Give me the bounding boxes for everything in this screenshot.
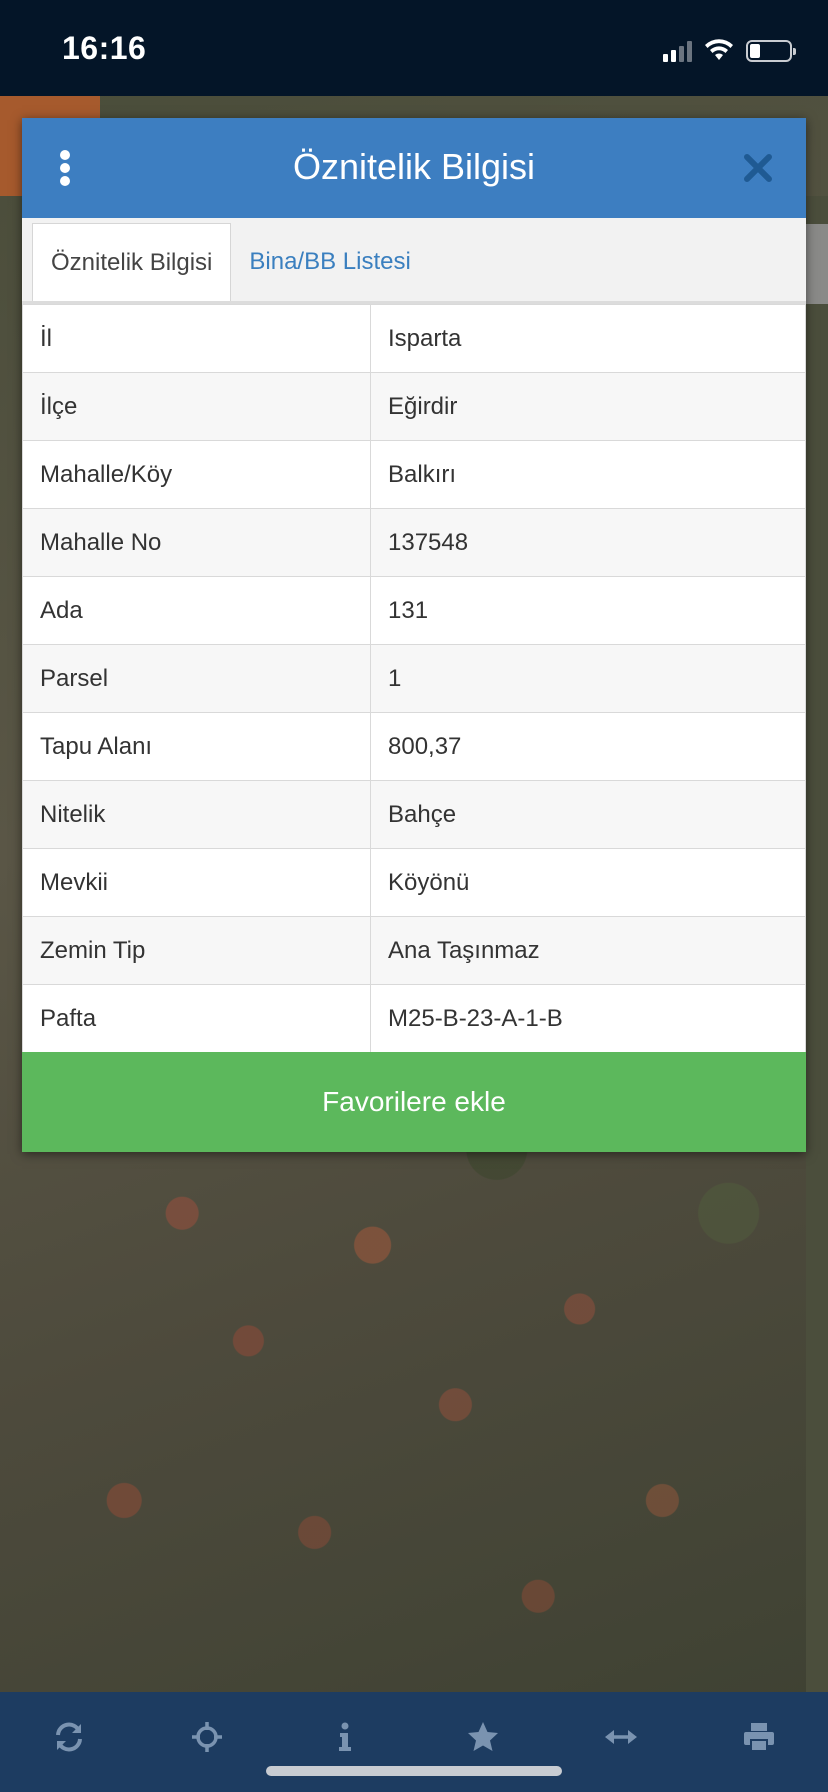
row-value: Eğirdir <box>370 372 806 441</box>
row-key: Parsel <box>22 644 371 713</box>
measure-icon <box>605 1730 637 1744</box>
status-icons <box>663 36 796 62</box>
row-value: Isparta <box>370 304 806 373</box>
row-key: İlçe <box>22 372 371 441</box>
map-side-handle[interactable] <box>806 224 828 304</box>
table-row: Mahalle No 137548 <box>22 508 806 577</box>
row-value: M25-B-23-A-1-B <box>370 984 806 1053</box>
wifi-icon <box>705 39 733 60</box>
locate-button[interactable] <box>184 1714 230 1760</box>
table-row: Mevkii Köyönü <box>22 848 806 917</box>
row-key: İl <box>22 304 371 373</box>
table-row: Tapu Alanı 800,37 <box>22 712 806 781</box>
add-to-favorites-button[interactable]: Favorilere ekle <box>22 1052 806 1152</box>
tab-bar: Öznitelik Bilgisi Bina/BB Listesi <box>22 218 806 304</box>
modal-header: Öznitelik Bilgisi <box>22 118 806 218</box>
row-key: Mevkii <box>22 848 371 917</box>
info-icon <box>339 1722 351 1751</box>
table-row: Parsel 1 <box>22 644 806 713</box>
row-value: 1 <box>370 644 806 713</box>
home-indicator[interactable] <box>266 1766 562 1776</box>
status-time: 16:16 <box>62 30 147 66</box>
table-row: İlçe Eğirdir <box>22 372 806 441</box>
battery-icon <box>746 40 796 62</box>
row-value: 137548 <box>370 508 806 577</box>
info-button[interactable] <box>322 1714 368 1760</box>
row-key: Mahalle/Köy <box>22 440 371 509</box>
attribute-table: İl Isparta İlçe Eğirdir Mahalle/Köy Balkırı… <box>22 304 806 1053</box>
refresh-icon <box>56 1722 82 1752</box>
row-key: Nitelik <box>22 780 371 849</box>
table-row: İl Isparta <box>22 304 806 373</box>
map-side-panel <box>806 196 828 1692</box>
row-value: 800,37 <box>370 712 806 781</box>
row-value: 131 <box>370 576 806 645</box>
print-icon <box>744 1723 774 1752</box>
modal-title: Öznitelik Bilgisi <box>292 146 536 187</box>
row-key: Pafta <box>22 984 371 1053</box>
bottom-toolbar <box>0 1692 828 1792</box>
tab-building-list[interactable]: Bina/BB Listesi <box>231 223 428 301</box>
row-key: Ada <box>22 576 371 645</box>
row-value: Köyönü <box>370 848 806 917</box>
row-key: Tapu Alanı <box>22 712 371 781</box>
refresh-button[interactable] <box>46 1714 92 1760</box>
row-key: Mahalle No <box>22 508 371 577</box>
cellular-signal-icon <box>663 40 692 62</box>
row-value: Bahçe <box>370 780 806 849</box>
table-row: Ada 131 <box>22 576 806 645</box>
table-row: Nitelik Bahçe <box>22 780 806 849</box>
row-value: Balkırı <box>370 440 806 509</box>
close-icon[interactable] <box>740 150 776 186</box>
table-row: Pafta M25-B-23-A-1-B <box>22 984 806 1053</box>
print-button[interactable] <box>736 1714 782 1760</box>
row-key: Zemin Tip <box>22 916 371 985</box>
status-bar: 16:16 <box>0 0 828 96</box>
locate-icon <box>192 1722 222 1752</box>
table-row: Mahalle/Köy Balkırı <box>22 440 806 509</box>
attribute-info-modal: Öznitelik Bilgisi Öznitelik Bilgisi Bina… <box>22 118 806 1152</box>
measure-button[interactable] <box>598 1714 644 1760</box>
row-value: Ana Taşınmaz <box>370 916 806 985</box>
star-icon <box>468 1722 498 1751</box>
tab-attribute-info[interactable]: Öznitelik Bilgisi <box>32 223 232 301</box>
table-row: Zemin Tip Ana Taşınmaz <box>22 916 806 985</box>
favorites-button[interactable] <box>460 1714 506 1760</box>
